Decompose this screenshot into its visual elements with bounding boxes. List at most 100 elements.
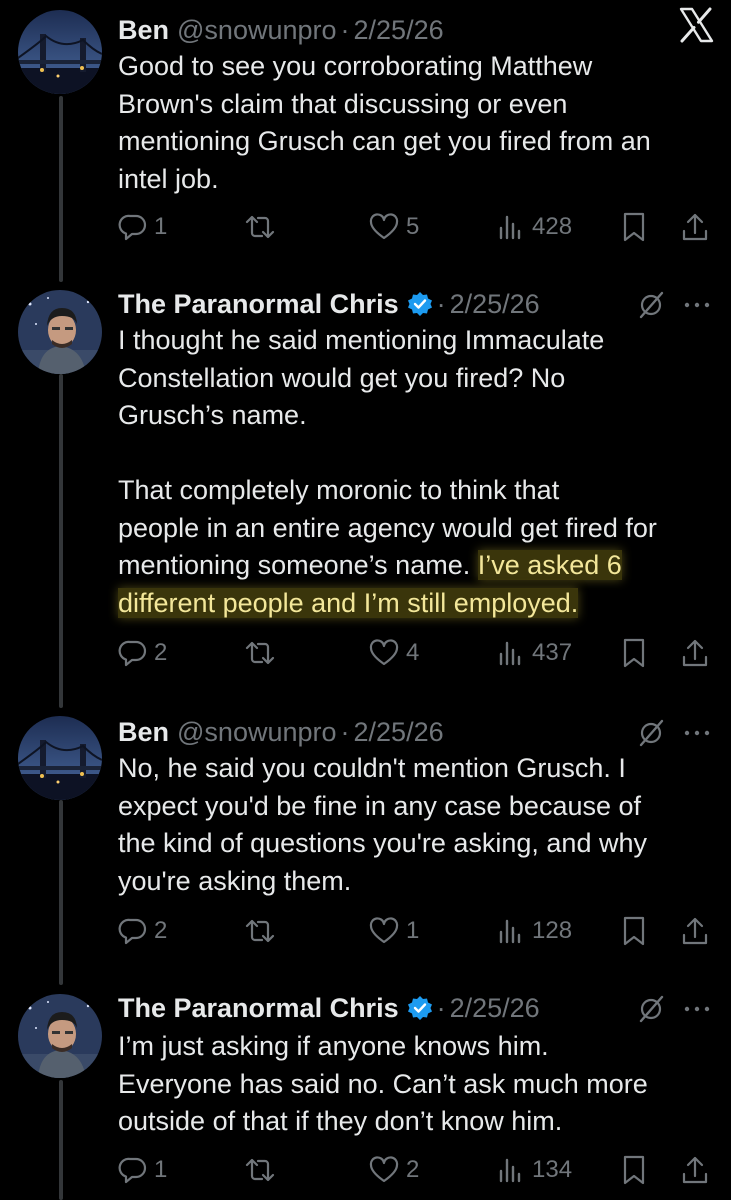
avatar[interactable] xyxy=(18,994,102,1078)
share-button[interactable] xyxy=(680,913,710,949)
bookmark-icon xyxy=(623,638,645,668)
views-icon xyxy=(499,215,521,240)
action-bar: 1 5 428 xyxy=(118,209,718,245)
avatar[interactable] xyxy=(18,290,102,374)
tweet-line: mentioning someone’s name. I’ve asked 6 xyxy=(118,547,718,585)
like-count: 4 xyxy=(406,639,420,666)
tweet-line: mentioning Grusch can get you fired from… xyxy=(118,126,651,156)
views-count: 437 xyxy=(532,639,573,666)
action-bar: 2 1 128 xyxy=(118,913,718,949)
grok-icon[interactable] xyxy=(634,992,668,1026)
more-options-icon[interactable] xyxy=(680,992,714,1026)
reply-button[interactable]: 2 xyxy=(118,913,167,949)
like-button[interactable]: 1 xyxy=(368,913,419,949)
grok-icon[interactable] xyxy=(634,716,668,750)
share-button[interactable] xyxy=(680,209,710,245)
repost-button[interactable] xyxy=(243,1152,283,1188)
heart-icon xyxy=(369,213,399,240)
views-count: 428 xyxy=(532,213,573,240)
tweet[interactable]: Ben @snowunpro · 2/25/26 Good to see you… xyxy=(0,10,731,260)
tweet-line: outside of that if they don’t know him. xyxy=(118,1106,563,1136)
tweet-line: intel job. xyxy=(118,163,219,194)
views-button[interactable]: 134 xyxy=(496,1152,572,1188)
views-button[interactable]: 128 xyxy=(496,913,572,949)
bookmark-button[interactable] xyxy=(620,1152,648,1188)
share-icon xyxy=(682,917,708,945)
tweet-line: different people and I’m still employed. xyxy=(118,585,718,623)
tweet-line: the kind of questions you're asking, and… xyxy=(118,828,647,858)
tweet-line: No, he said you couldn't mention Grusch.… xyxy=(118,753,626,783)
reply-count: 1 xyxy=(154,213,168,240)
reply-icon xyxy=(118,918,147,945)
views-icon xyxy=(499,1158,521,1183)
reply-button[interactable]: 1 xyxy=(118,1152,167,1188)
tweet-line: Grusch’s name. xyxy=(118,400,307,430)
reply-count: 1 xyxy=(154,1156,168,1183)
grok-icon[interactable] xyxy=(634,288,668,322)
tweet-date[interactable]: 2/25/26 xyxy=(450,993,540,1024)
author-name[interactable]: The Paranormal Chris xyxy=(118,993,399,1024)
bookmark-button[interactable] xyxy=(620,209,648,245)
bookmark-button[interactable] xyxy=(620,635,648,671)
author-handle[interactable]: @snowunpro xyxy=(177,15,337,46)
tweet-line: Constellation would get you fired? No xyxy=(118,362,566,393)
repost-icon xyxy=(245,641,275,665)
separator-dot: · xyxy=(340,14,350,45)
avatar[interactable] xyxy=(18,716,102,800)
tweet[interactable]: Ben @snowunpro · 2/25/26 No, he said you… xyxy=(0,712,731,962)
tweet-date[interactable]: 2/25/26 xyxy=(354,15,444,46)
tweet[interactable]: The Paranormal Chris · 2/25/26 I thought… xyxy=(0,284,731,684)
reply-count: 2 xyxy=(154,917,168,944)
separator-dot: · xyxy=(436,288,446,319)
repost-icon xyxy=(245,215,275,239)
like-button[interactable]: 2 xyxy=(368,1152,419,1188)
separator-dot: · xyxy=(436,992,446,1023)
reply-icon xyxy=(118,214,147,241)
tweet-line: Good to see you corroborating Matthew xyxy=(118,51,593,81)
like-button[interactable]: 5 xyxy=(368,209,419,245)
like-button[interactable]: 4 xyxy=(368,635,419,671)
heart-icon xyxy=(369,917,399,944)
repost-button[interactable] xyxy=(243,209,283,245)
tweet[interactable]: The Paranormal Chris · 2/25/26 I’m just … xyxy=(0,988,731,1200)
views-button[interactable]: 437 xyxy=(496,635,572,671)
reply-button[interactable]: 1 xyxy=(118,209,167,245)
views-count: 134 xyxy=(532,1156,573,1183)
author-name[interactable]: The Paranormal Chris xyxy=(118,289,399,320)
like-count: 2 xyxy=(406,1156,420,1183)
tweet-header: Ben @snowunpro · 2/25/26 xyxy=(118,10,444,50)
share-button[interactable] xyxy=(680,635,710,671)
author-name[interactable]: Ben xyxy=(118,15,169,46)
more-options-icon[interactable] xyxy=(680,288,714,322)
repost-icon xyxy=(245,919,275,943)
tweet-line: expect you'd be fine in any case because… xyxy=(118,790,642,821)
tweet-date[interactable]: 2/25/26 xyxy=(354,717,444,748)
conversation-thread: Ben @snowunpro · 2/25/26 Good to see you… xyxy=(0,0,731,1200)
tweet-line: Brown's claim that discussing or even xyxy=(118,88,568,119)
bookmark-icon xyxy=(623,1155,645,1185)
share-button[interactable] xyxy=(680,1152,710,1188)
author-handle[interactable]: @snowunpro xyxy=(177,717,337,748)
repost-button[interactable] xyxy=(243,913,283,949)
tweet-text-span: mentioning someone’s name. xyxy=(118,550,478,580)
author-name[interactable]: Ben xyxy=(118,717,169,748)
repost-button[interactable] xyxy=(243,635,283,671)
share-icon xyxy=(682,1156,708,1184)
highlighted-text: I’ve asked 6 xyxy=(477,550,622,580)
more-options-icon[interactable] xyxy=(680,716,714,750)
share-icon xyxy=(682,639,708,667)
tweet-date[interactable]: 2/25/26 xyxy=(450,289,540,320)
like-count: 1 xyxy=(406,917,420,944)
action-bar: 2 4 437 xyxy=(118,635,718,671)
tweet-line: I thought he said mentioning Immaculate xyxy=(118,325,605,355)
tweet-text: Good to see you corroborating Matthew Br… xyxy=(118,48,718,198)
views-button[interactable]: 428 xyxy=(496,209,572,245)
avatar[interactable] xyxy=(18,10,102,94)
bookmark-icon xyxy=(623,212,645,242)
separator-dot: · xyxy=(340,716,350,747)
reply-button[interactable]: 2 xyxy=(118,635,167,671)
bookmark-icon xyxy=(623,916,645,946)
tweet-line: you're asking them. xyxy=(118,865,352,896)
repost-icon xyxy=(245,1158,275,1182)
bookmark-button[interactable] xyxy=(620,913,648,949)
